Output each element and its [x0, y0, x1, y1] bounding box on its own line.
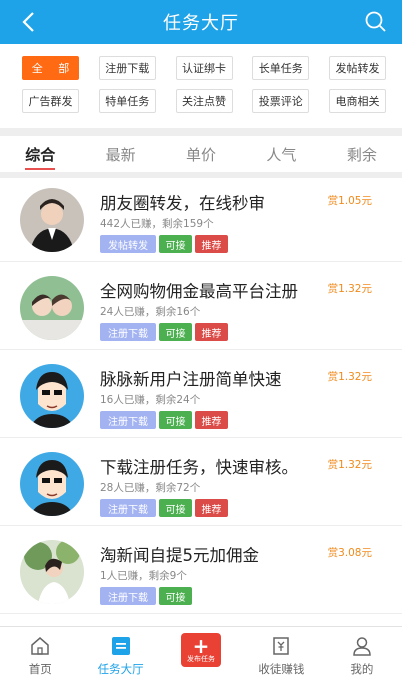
tag-available: 可接 — [159, 411, 192, 429]
tab-label: 我的 — [350, 662, 374, 676]
tab-label: 首页 — [28, 662, 52, 676]
tag-recommended: 推荐 — [195, 411, 228, 429]
bottom-tab-bar: 首页 任务大厅 + 发布任务 收徒赚钱 我的 — [0, 626, 402, 682]
category-follow-like[interactable]: 关注点赞 — [175, 89, 233, 113]
sort-tab-comprehensive[interactable]: 综合 — [0, 136, 80, 172]
tab-home[interactable]: 首页 — [0, 627, 80, 682]
task-tags: 发帖转发 可接 推荐 — [100, 235, 231, 253]
category-ecommerce[interactable]: 电商相关 — [329, 89, 386, 113]
task-stats: 1人已赚，剩余9个 — [100, 570, 187, 582]
tag-category: 注册下载 — [100, 499, 156, 517]
task-reward: 赏1.32元 — [327, 459, 372, 471]
avatar — [20, 188, 84, 252]
page-title: 任务大厅 — [163, 13, 239, 34]
home-icon — [31, 637, 49, 655]
tag-available: 可接 — [159, 499, 192, 517]
task-stats: 16人已赚，剩余24个 — [100, 394, 201, 406]
category-register-download[interactable]: 注册下载 — [98, 56, 156, 80]
task-hall-icon — [111, 637, 130, 655]
task-item[interactable]: 脉脉新用户注册简单快速 16人已赚，剩余24个 赏1.32元 注册下载 可接 推… — [0, 354, 402, 438]
category-long-term[interactable]: 长单任务 — [252, 56, 310, 80]
task-item[interactable]: 淘新闻自提5元加佣金 1人已赚，剩余9个 赏3.08元 注册下载 可接 — [0, 530, 402, 614]
avatar — [20, 364, 84, 428]
task-stats: 24人已赚，剩余16个 — [100, 306, 201, 318]
task-title: 下载注册任务，快速审核。 — [100, 458, 298, 477]
task-item[interactable]: 下载注册任务，快速审核。 28人已赚，剩余72个 赏1.32元 注册下载 可接 … — [0, 442, 402, 526]
task-reward: 赏3.08元 — [327, 547, 372, 559]
task-item[interactable]: 朋友圈转发，在线秒审 442人已赚，剩余159个 赏1.05元 发帖转发 可接 … — [0, 178, 402, 262]
category-post-forward[interactable]: 发帖转发 — [329, 56, 386, 80]
task-tags: 注册下载 可接 — [100, 587, 195, 605]
tab-profile[interactable]: 我的 — [322, 627, 402, 682]
recruit-icon — [273, 637, 290, 655]
tag-available: 可接 — [159, 235, 192, 253]
publish-plus-icon: + — [192, 633, 210, 658]
category-special[interactable]: 特单任务 — [98, 89, 156, 113]
publish-task-button[interactable]: + 发布任务 — [181, 633, 222, 667]
category-row-1: 全 部 注册下载 认证绑卡 长单任务 发帖转发 — [22, 56, 386, 80]
sort-tab-remaining[interactable]: 剩余 — [322, 136, 402, 172]
avatar — [20, 276, 84, 340]
sort-tabs: 综合 最新 单价 人气 剩余 — [0, 136, 402, 172]
tag-category: 发帖转发 — [100, 235, 156, 253]
task-tags: 注册下载 可接 推荐 — [100, 499, 231, 517]
sort-tab-popularity[interactable]: 人气 — [241, 136, 321, 172]
task-reward: 赏1.05元 — [327, 195, 372, 207]
task-title: 全网购物佣金最高平台注册 — [100, 282, 298, 301]
category-verify-bind-card[interactable]: 认证绑卡 — [175, 56, 233, 80]
task-tags: 注册下载 可接 推荐 — [100, 323, 231, 341]
category-row-2: 广告群发 特单任务 关注点赞 投票评论 电商相关 — [22, 89, 386, 113]
search-icon — [365, 11, 386, 32]
task-tags: 注册下载 可接 推荐 — [100, 411, 231, 429]
back-arrow-icon — [22, 12, 34, 32]
tag-available: 可接 — [159, 587, 192, 605]
top-header: 任务大厅 — [0, 0, 402, 44]
task-title: 淘新闻自提5元加佣金 — [100, 546, 259, 565]
tag-available: 可接 — [159, 323, 192, 341]
tag-category: 注册下载 — [100, 411, 156, 429]
tag-category: 注册下载 — [100, 587, 156, 605]
task-reward: 赏1.32元 — [327, 371, 372, 383]
avatar — [20, 452, 84, 516]
back-button[interactable] — [14, 7, 42, 37]
task-stats: 442人已赚，剩余159个 — [100, 218, 214, 230]
task-title: 朋友圈转发，在线秒审 — [100, 194, 265, 213]
task-item[interactable]: 全网购物佣金最高平台注册 24人已赚，剩余16个 赏1.32元 注册下载 可接 … — [0, 266, 402, 350]
publish-label: 发布任务 — [187, 654, 216, 663]
sort-tab-price[interactable]: 单价 — [161, 136, 241, 172]
avatar — [20, 540, 84, 604]
tab-label: 收徒赚钱 — [258, 662, 305, 676]
sort-tab-latest[interactable]: 最新 — [80, 136, 160, 172]
category-all[interactable]: 全 部 — [22, 56, 79, 80]
task-stats: 28人已赚，剩余72个 — [100, 482, 201, 494]
tab-label: 任务大厅 — [97, 662, 144, 676]
search-button[interactable] — [362, 8, 390, 36]
tab-recruit[interactable]: 收徒赚钱 — [241, 627, 321, 682]
task-reward: 赏1.32元 — [327, 283, 372, 295]
task-title: 脉脉新用户注册简单快速 — [100, 370, 282, 389]
tag-category: 注册下载 — [100, 323, 156, 341]
tab-task-hall[interactable]: 任务大厅 — [80, 627, 160, 682]
tag-recommended: 推荐 — [195, 235, 228, 253]
profile-icon — [353, 637, 371, 656]
tag-recommended: 推荐 — [195, 499, 228, 517]
category-ad-broadcast[interactable]: 广告群发 — [22, 89, 79, 113]
tag-recommended: 推荐 — [195, 323, 228, 341]
category-filter: 全 部 注册下载 认证绑卡 长单任务 发帖转发 广告群发 特单任务 关注点赞 投… — [0, 44, 402, 128]
tab-publish-task[interactable]: + 发布任务 — [161, 627, 241, 682]
divider — [0, 128, 402, 136]
category-vote-comment[interactable]: 投票评论 — [252, 89, 310, 113]
